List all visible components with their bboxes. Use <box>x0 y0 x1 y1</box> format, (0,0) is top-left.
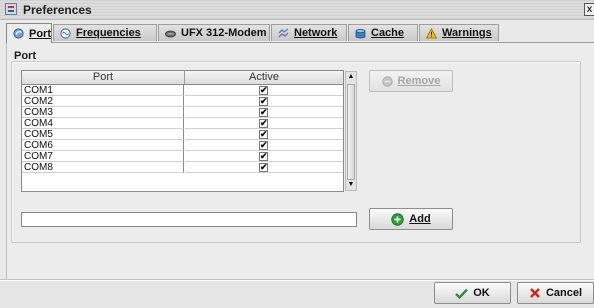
table-header: Port Active <box>22 71 343 85</box>
column-header-port[interactable]: Port <box>22 71 185 84</box>
network-icon <box>278 27 289 37</box>
close-window-button[interactable]: x <box>584 3 594 16</box>
column-header-active[interactable]: Active <box>185 71 343 84</box>
table-row[interactable]: COM4 ✔ <box>22 118 343 129</box>
active-checkbox[interactable]: ✔ <box>259 108 268 117</box>
port-cell[interactable]: COM1 <box>22 85 184 96</box>
table-row[interactable]: COM5 ✔ <box>22 129 343 140</box>
table-row[interactable]: COM6 ✔ <box>22 140 343 151</box>
cancel-button-label: Cancel <box>545 287 583 299</box>
port-cell[interactable]: COM6 <box>22 140 184 151</box>
new-port-input[interactable] <box>21 212 357 227</box>
active-checkbox[interactable]: ✔ <box>259 141 268 150</box>
checkmark-icon <box>455 288 469 299</box>
tab-label: Frequencies <box>76 27 141 39</box>
scrollbar-thumb[interactable] <box>347 84 355 180</box>
tab-port[interactable]: Port <box>6 23 52 43</box>
port-cell[interactable]: COM3 <box>22 107 184 118</box>
tab-label: Network <box>294 27 338 39</box>
add-button[interactable]: Add <box>369 208 453 230</box>
cache-icon <box>355 28 366 38</box>
table-row[interactable]: COM7 ✔ <box>22 151 343 162</box>
close-icon: x <box>586 4 593 15</box>
port-icon <box>13 28 24 39</box>
tab-label: Port <box>29 27 51 40</box>
tab-network[interactable]: Network <box>271 24 347 41</box>
ok-button[interactable]: OK <box>434 282 511 304</box>
active-cell: ✔ <box>185 140 343 151</box>
table-row[interactable]: COM1 ✔ <box>22 85 343 96</box>
port-cell[interactable]: COM7 <box>22 151 184 162</box>
remove-icon <box>381 75 393 87</box>
active-checkbox[interactable]: ✔ <box>259 163 268 172</box>
tab-label: Warnings <box>442 27 492 39</box>
port-cell[interactable]: COM8 <box>22 162 184 173</box>
warning-icon <box>426 27 437 38</box>
table-scrollbar[interactable]: ▲ ▼ <box>345 71 357 191</box>
tab-ufx-312-modem[interactable]: UFX 312-Modem <box>158 24 270 41</box>
active-checkbox[interactable]: ✔ <box>259 152 268 161</box>
add-icon <box>391 212 404 226</box>
active-cell: ✔ <box>185 85 343 96</box>
tab-cache[interactable]: Cache <box>348 24 418 41</box>
table-row[interactable]: COM3 ✔ <box>22 107 343 118</box>
port-cell[interactable]: COM5 <box>22 129 184 140</box>
active-checkbox[interactable]: ✔ <box>259 97 268 106</box>
active-cell: ✔ <box>185 129 343 140</box>
remove-button-label: Remove <box>397 75 441 87</box>
active-cell: ✔ <box>185 107 343 118</box>
ports-table[interactable]: Port Active COM1 ✔ COM2 ✔ COM3 ✔ COM4 ✔ COM5 ✔ COM… <box>21 70 344 192</box>
ok-button-label: OK <box>473 287 490 299</box>
tab-frequencies[interactable]: Frequencies <box>53 24 157 41</box>
active-checkbox[interactable]: ✔ <box>259 86 268 95</box>
scroll-down-button[interactable]: ▼ <box>346 180 356 190</box>
add-button-label: Add <box>409 213 431 225</box>
window-title: Preferences <box>23 3 92 17</box>
remove-button[interactable]: Remove <box>369 70 453 92</box>
active-checkbox[interactable]: ✔ <box>259 119 268 128</box>
title-bar[interactable]: Preferences x <box>0 0 594 20</box>
tab-label: UFX 312-Modem <box>181 27 267 39</box>
cancel-button[interactable]: Cancel <box>517 282 594 304</box>
active-cell: ✔ <box>185 118 343 129</box>
tab-label: Cache <box>371 27 405 39</box>
scroll-up-button[interactable]: ▲ <box>346 72 356 82</box>
port-cell[interactable]: COM4 <box>22 118 184 129</box>
active-cell: ✔ <box>185 96 343 107</box>
table-row[interactable]: COM8 ✔ <box>22 162 343 173</box>
tab-warnings[interactable]: Warnings <box>419 24 499 41</box>
cancel-icon <box>530 288 540 298</box>
port-cell[interactable]: COM2 <box>22 96 184 107</box>
frequencies-icon <box>60 27 71 39</box>
active-cell: ✔ <box>185 162 343 173</box>
app-icon <box>5 3 17 15</box>
modem-icon <box>165 30 176 37</box>
tab-bar: Port Frequencies UFX 312-Modem Network C… <box>6 23 594 43</box>
table-row[interactable]: COM2 ✔ <box>22 96 343 107</box>
active-checkbox[interactable]: ✔ <box>259 130 268 139</box>
active-cell: ✔ <box>185 151 343 162</box>
